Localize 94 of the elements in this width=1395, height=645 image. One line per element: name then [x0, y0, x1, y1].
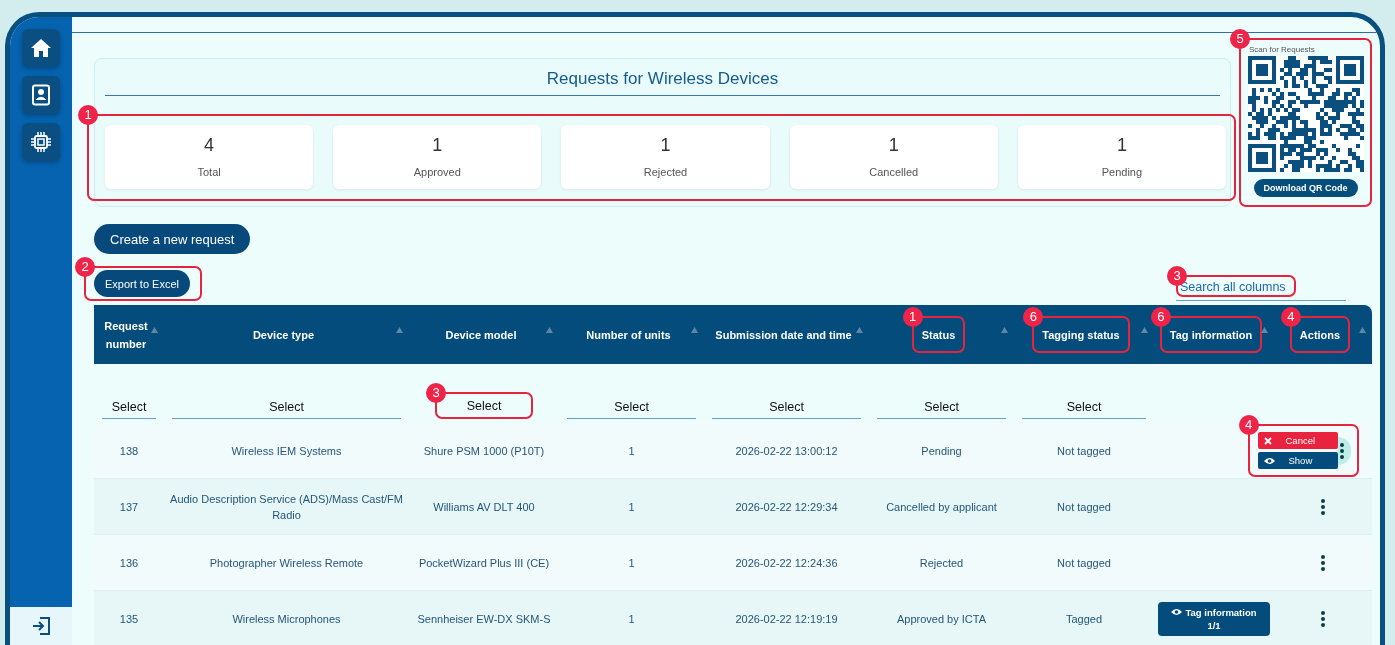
table-cell-text: Shure PSM 1000 (P10T)	[423, 443, 545, 459]
stat-value: 1	[887, 134, 900, 156]
column-header[interactable]: Actions	[1299, 329, 1341, 341]
sort-icon	[1001, 327, 1008, 333]
tag-information-button[interactable]: Tag information 1/1	[1158, 601, 1270, 636]
stat-label: Approved	[412, 165, 462, 178]
create-request-button[interactable]: Create a new request	[94, 224, 251, 254]
filter-select[interactable]: Select	[877, 395, 1006, 419]
close-icon	[1263, 436, 1272, 445]
callout-badge: 3	[426, 383, 446, 403]
logout-button[interactable]	[10, 607, 72, 645]
sort-icon	[151, 327, 158, 333]
callout-badge: 4	[1238, 415, 1259, 435]
table-cell-text: 1	[628, 555, 635, 571]
download-qr-button[interactable]: Download QR Code	[1253, 179, 1358, 197]
column-header[interactable]: Tag information	[1169, 329, 1253, 341]
sort-icon	[1141, 327, 1148, 333]
sort-icon	[691, 327, 698, 333]
table-cell-text: Cancelled by applicant	[886, 499, 997, 515]
more-options-icon	[1321, 610, 1325, 627]
stat-label: Rejected	[642, 165, 689, 178]
nav-button[interactable]	[22, 76, 60, 114]
filter-select[interactable]: Select	[712, 395, 861, 419]
table-cell-text: 1	[628, 499, 635, 515]
chip-icon	[30, 131, 52, 153]
table-cell-text: 2026-02-22 12:29:34	[735, 499, 838, 515]
table-cell-text: 2026-02-22 12:24:36	[735, 555, 838, 571]
table-cell-text: 2026-02-22 12:19:19	[735, 611, 838, 627]
more-options-icon	[1339, 442, 1344, 459]
table-cell-text: 135	[119, 611, 139, 627]
table-cell-text: Wireless IEM Systems	[231, 443, 342, 459]
table-cell-text: 1	[628, 443, 635, 459]
nav-button[interactable]	[22, 29, 60, 67]
stat-label: Pending	[1100, 165, 1144, 178]
callout-badge: 2	[75, 257, 95, 277]
sort-icon	[546, 327, 553, 333]
home-icon	[30, 37, 52, 59]
table-cell-text: Not tagged	[1057, 555, 1111, 571]
more-options-icon	[1321, 498, 1325, 515]
filter-select[interactable]: Select	[172, 395, 401, 419]
table-cell-text: Not tagged	[1057, 443, 1111, 459]
table-cell-text: 136	[119, 555, 139, 571]
callout-badge: 6	[1150, 307, 1171, 327]
cancel-button[interactable]: Cancel	[1257, 432, 1338, 449]
table-cell-text: Audio Description Service (ADS)/Mass Cast/FM Radio	[169, 491, 404, 523]
callout-badge: 6	[1023, 307, 1044, 327]
callout-badge: 1	[78, 105, 98, 125]
column-header[interactable]: Status	[921, 329, 956, 341]
table-cell-text: Williams AV DLT 400	[433, 499, 535, 515]
filter-select[interactable]: Select	[102, 395, 156, 419]
sort-icon	[1359, 327, 1366, 333]
column-header[interactable]: Number of units	[586, 325, 671, 344]
export-excel-button[interactable]: Export to Excel	[94, 270, 190, 297]
sort-icon	[856, 327, 863, 333]
callout-badge: 4	[1280, 307, 1301, 327]
table-cell-text: 138	[119, 443, 139, 459]
column-header[interactable]: Request number	[98, 316, 154, 353]
column-header[interactable]: Device model	[445, 325, 517, 344]
stat-value: 4	[203, 134, 216, 156]
stat-label: Total	[196, 165, 222, 178]
column-header[interactable]: Device type	[252, 325, 315, 344]
contact-card-icon	[30, 84, 52, 106]
sort-icon	[1261, 327, 1268, 333]
table-cell-text: Wireless Microphones	[232, 611, 341, 627]
table-cell-text: Photographer Wireless Remote	[209, 555, 364, 571]
stat-value: 1	[431, 134, 444, 156]
table-cell-text: Sennheiser EW-DX SKM-S	[417, 611, 551, 627]
more-options-icon	[1321, 554, 1325, 571]
callout-badge: 1	[902, 307, 923, 327]
table-cell-text: PocketWizard Plus III (CE)	[418, 555, 550, 571]
filter-select[interactable]: Select	[1022, 395, 1146, 419]
table-cell-text: Tagged	[1065, 611, 1103, 627]
table-cell-text: Approved by ICTA	[896, 611, 987, 627]
stat-value: 1	[659, 134, 672, 156]
column-header[interactable]: Tagging status	[1042, 329, 1120, 341]
column-header[interactable]: Submission date and time	[715, 325, 852, 344]
page-title: Requests for Wireless Devices	[105, 59, 1220, 96]
table-cell-text: 2026-02-22 13:00:12	[735, 443, 838, 459]
show-button[interactable]: Show	[1257, 452, 1338, 469]
stat-label: Cancelled	[868, 165, 920, 178]
table-cell-text: 137	[119, 499, 139, 515]
filter-select[interactable]: Select	[567, 395, 696, 419]
callout-badge: 5	[1230, 29, 1250, 49]
nav-button[interactable]	[22, 123, 60, 161]
stat-value: 1	[1115, 134, 1128, 156]
table-cell-text: 1	[628, 611, 635, 627]
qr-caption: Scan for Requests	[1249, 45, 1315, 54]
table-cell-text: Rejected	[919, 555, 964, 571]
table-cell-text: Not tagged	[1057, 499, 1111, 515]
table-cell-text: Pending	[921, 443, 962, 459]
sort-icon	[396, 327, 403, 333]
eye-icon	[1263, 456, 1275, 465]
eye-icon	[1171, 608, 1183, 616]
logout-icon	[31, 615, 51, 637]
